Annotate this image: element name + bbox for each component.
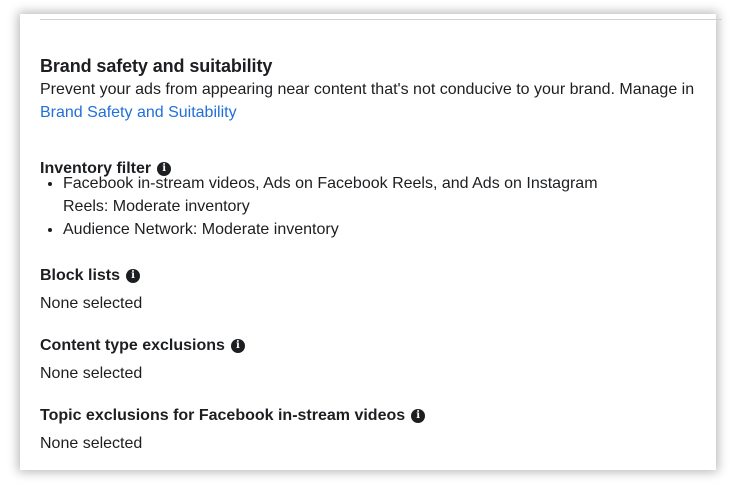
info-icon[interactable]: i <box>230 339 245 353</box>
info-icon[interactable]: i <box>411 409 426 423</box>
list-item: Audience Network: Moderate inventory <box>63 218 623 241</box>
list-item: Facebook in-stream videos, Ads on Facebo… <box>63 172 623 218</box>
description-text: Prevent your ads from appearing near con… <box>40 81 695 98</box>
content-type-exclusions-value: None selected <box>40 365 143 382</box>
brand-safety-panel: Brand safety and suitability Prevent you… <box>20 14 722 470</box>
topic-exclusions-value: None selected <box>40 435 143 452</box>
block-lists-value: None selected <box>40 295 143 312</box>
topic-exclusions-label: Topic exclusions for Facebook in-stream … <box>40 407 406 424</box>
divider <box>40 19 722 20</box>
content-type-exclusions-heading: Content type exclusions i <box>40 336 245 356</box>
block-lists-label: Block lists <box>40 267 121 284</box>
topic-exclusions-heading: Topic exclusions for Facebook in-stream … <box>40 406 426 426</box>
info-icon[interactable]: i <box>126 269 141 283</box>
brand-safety-link[interactable]: Brand Safety and Suitability <box>40 104 237 121</box>
section-title: Brand safety and suitability <box>40 56 273 76</box>
block-lists-heading: Block lists i <box>40 266 141 286</box>
content-type-exclusions-label: Content type exclusions <box>40 337 225 354</box>
section-description: Prevent your ads from appearing near con… <box>40 78 710 124</box>
inventory-filter-list: Facebook in-stream videos, Ads on Facebo… <box>40 172 623 241</box>
